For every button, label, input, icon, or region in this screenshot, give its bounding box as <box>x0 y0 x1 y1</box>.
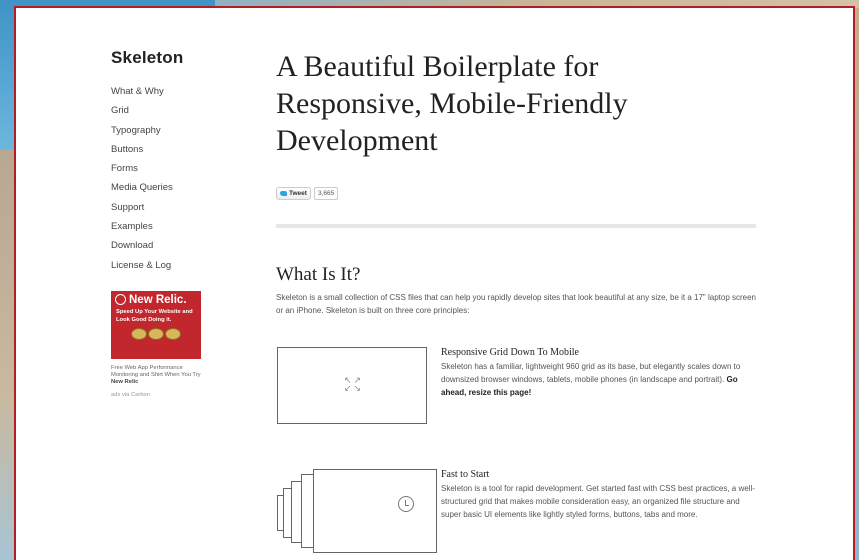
nav-item-buttons[interactable]: Buttons <box>111 140 221 159</box>
nav-item-download[interactable]: Download <box>111 236 221 255</box>
ad-graphic <box>111 327 201 340</box>
ad-logo: New Relic. <box>111 291 201 306</box>
new-relic-logo-icon <box>115 294 126 306</box>
ad-attribution[interactable]: ads via Carbon <box>111 392 203 398</box>
nav-item-license-log[interactable]: License & Log <box>111 256 221 275</box>
brand-logo[interactable]: Skeleton <box>111 48 221 68</box>
feature-text: Skeleton has a familiar, lightweight 960… <box>441 362 741 384</box>
nav-item-what-why[interactable]: What & Why <box>111 82 221 101</box>
page-title: A Beautiful Boilerplate for Responsive, … <box>276 50 628 157</box>
tweet-label: Tweet <box>289 190 307 197</box>
feature-illustration: ↖↗ ↙↘ <box>277 347 427 424</box>
feature-body: Fast to Start Skeleton is a tool for rap… <box>441 469 761 521</box>
nav-item-examples[interactable]: Examples <box>111 217 221 236</box>
ad-logo-text: New Relic. <box>129 293 187 306</box>
feature-body: Responsive Grid Down To Mobile Skeleton … <box>441 347 761 399</box>
feature-title: Fast to Start <box>441 469 490 480</box>
section-title: What Is It? <box>276 264 361 285</box>
main-content: A Beautiful Boilerplate for Responsive, … <box>276 48 761 559</box>
ad-banner[interactable]: New Relic. Speed Up Your Website and Loo… <box>111 290 201 359</box>
sponsor-ad: New Relic. Speed Up Your Website and Loo… <box>111 290 203 398</box>
tweet-widget: Tweet 3,665 <box>276 187 761 200</box>
twitter-bird-icon <box>280 191 287 196</box>
nav-item-typography[interactable]: Typography <box>111 121 221 140</box>
ad-description[interactable]: Free Web App Performance Monitoring and … <box>111 365 203 386</box>
feature-responsive-grid: ↖↗ ↙↘ Responsive Grid Down To Mobile Skel… <box>276 347 761 437</box>
nav-item-forms[interactable]: Forms <box>111 159 221 178</box>
resize-arrows-icon: ↖↗ ↙↘ <box>344 375 364 393</box>
page-frame: Skeleton What & Why Grid Typography Butt… <box>14 6 855 560</box>
ad-brand-link[interactable]: New Relic <box>111 379 138 385</box>
history-icon <box>398 496 414 512</box>
nav-item-support[interactable]: Support <box>111 198 221 217</box>
feature-fast-start: Fast to Start Skeleton is a tool for rap… <box>276 469 761 559</box>
feature-illustration-stack <box>277 469 437 553</box>
ad-tagline: Speed Up Your Website and Look Good Doin… <box>116 308 193 323</box>
coin-icon <box>131 327 147 340</box>
coin-icon <box>148 327 164 340</box>
nav-item-media-queries[interactable]: Media Queries <box>111 178 221 197</box>
feature-description: Skeleton is a tool for rapid development… <box>441 484 755 519</box>
section-divider <box>276 224 756 228</box>
feature-description: Skeleton has a familiar, lightweight 960… <box>441 360 761 399</box>
ad-description-text: Free Web App Performance Monitoring and … <box>111 364 201 378</box>
coin-icon <box>165 327 181 340</box>
nav-item-grid[interactable]: Grid <box>111 101 221 120</box>
sidebar: Skeleton What & Why Grid Typography Butt… <box>111 48 221 398</box>
tweet-count: 3,665 <box>313 187 339 200</box>
tweet-button[interactable]: Tweet <box>276 187 311 200</box>
feature-title: Responsive Grid Down To Mobile <box>441 347 579 358</box>
stack-card-front <box>313 469 437 553</box>
intro-paragraph: Skeleton is a small collection of CSS fi… <box>276 293 756 315</box>
